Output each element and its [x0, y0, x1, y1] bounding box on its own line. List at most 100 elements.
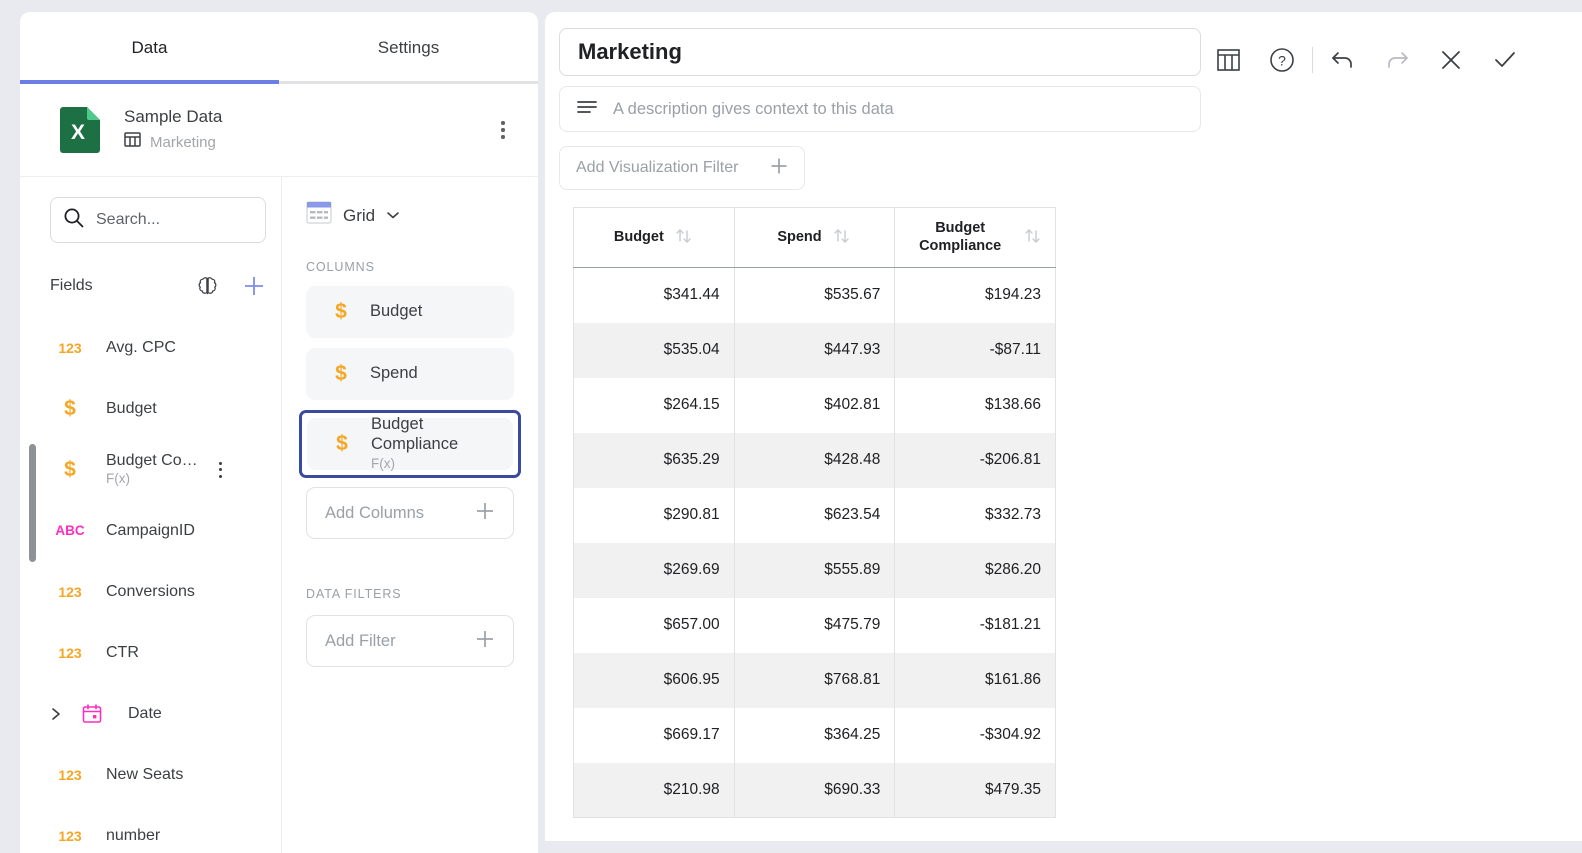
cell-spend: $364.25 [733, 707, 896, 763]
data-source-menu-icon[interactable] [490, 115, 516, 145]
field-item-budget[interactable]: $ Budget [20, 378, 281, 439]
cell-budget-compliance: -$87.11 [894, 322, 1056, 378]
tab-data[interactable]: Data [20, 12, 279, 84]
redo-icon[interactable] [1370, 38, 1424, 82]
visualization-type-select[interactable]: Grid [306, 201, 538, 230]
cell-spend: $555.89 [733, 542, 896, 598]
column-chip-budget-compliance-selection: $ Budget Compliance F(x) [299, 410, 521, 478]
cell-budget-compliance: -$181.21 [894, 597, 1056, 653]
kebab-dot [219, 474, 223, 478]
field-item-date[interactable]: Date [20, 683, 281, 744]
table-row: $535.04 $447.93 -$87.11 [573, 322, 1056, 378]
cell-budget: $635.29 [573, 432, 735, 488]
fields-header-actions [196, 273, 267, 299]
cell-budget-compliance: $194.23 [894, 267, 1056, 323]
field-item-conversions[interactable]: 123 Conversions [20, 561, 281, 622]
undo-icon[interactable] [1316, 38, 1370, 82]
table-row: $264.15 $402.81 $138.66 [573, 377, 1056, 433]
cell-budget: $290.81 [573, 487, 735, 543]
text-lines-icon [576, 98, 598, 121]
field-label: Budget Co… [106, 452, 198, 470]
cell-budget-compliance: -$304.92 [894, 707, 1056, 763]
sort-icon[interactable] [674, 227, 694, 249]
field-menu-icon[interactable] [208, 455, 234, 485]
field-item-ctr[interactable]: 123 CTR [20, 622, 281, 683]
add-columns-button[interactable]: Add Columns [306, 487, 514, 539]
add-field-icon[interactable] [241, 273, 267, 299]
add-filter-button[interactable]: Add Filter [306, 615, 514, 667]
field-item-number[interactable]: 123 number [20, 805, 281, 853]
data-source-sheet-name: Marketing [150, 133, 216, 151]
chevron-right-icon[interactable] [50, 706, 68, 722]
number-type-icon: 123 [58, 766, 82, 783]
excel-file-icon: X [58, 107, 102, 153]
cell-spend: $475.79 [733, 597, 896, 653]
currency-type-icon: $ [64, 457, 76, 481]
close-icon[interactable] [1424, 38, 1478, 82]
cell-budget-compliance: -$206.81 [894, 432, 1056, 488]
field-item-campaignid[interactable]: ABC CampaignID [20, 500, 281, 561]
field-label-wrap: Conversions [106, 582, 195, 602]
column-header-spend[interactable]: Spend [733, 207, 896, 268]
field-item-avg-cpc[interactable]: 123 Avg. CPC [20, 317, 281, 378]
field-label-wrap: CampaignID [106, 521, 195, 541]
cell-spend: $690.33 [733, 762, 896, 818]
cell-spend: $535.67 [733, 267, 896, 323]
column-header-inner: Budget Compliance [907, 220, 1043, 255]
visualization-description-placeholder: A description gives context to this data [613, 99, 894, 118]
number-type-icon: 123 [58, 339, 82, 356]
column-chip-formula-badge: F(x) [371, 456, 395, 472]
field-item-budget-compliance[interactable]: $ Budget Co… F(x) [20, 439, 281, 500]
plus-icon [473, 627, 497, 656]
field-label-wrap: Date [128, 704, 162, 724]
column-chip-spend[interactable]: $ Spend [306, 348, 514, 400]
currency-type-icon: $ [335, 362, 347, 385]
visualization-description-input[interactable]: A description gives context to this data [559, 86, 1201, 132]
search-icon [63, 207, 84, 233]
column-header-label: Spend [777, 228, 822, 245]
search-input[interactable]: Search... [50, 197, 266, 243]
brain-icon[interactable] [196, 275, 219, 298]
table-view-icon[interactable] [1201, 38, 1255, 82]
field-label: Conversions [106, 582, 195, 600]
cell-budget: $669.17 [573, 707, 735, 763]
add-visualization-filter-button[interactable]: Add Visualization Filter [559, 146, 805, 190]
visualization-title-input[interactable]: Marketing [559, 28, 1201, 76]
cell-budget: $210.98 [573, 762, 735, 818]
cell-spend: $402.81 [733, 377, 896, 433]
table-row: $210.98 $690.33 $479.35 [573, 762, 1056, 818]
number-type-icon: 123 [58, 644, 82, 661]
confirm-icon[interactable] [1478, 38, 1532, 82]
help-icon[interactable]: ? [1255, 38, 1309, 82]
svg-text:?: ? [1278, 53, 1286, 69]
cell-budget: $264.15 [573, 377, 735, 433]
table-header-row: Budget Spend Budget Compliance [573, 207, 1056, 268]
column-header-label: Budget [613, 228, 664, 245]
column-chip-budget[interactable]: $ Budget [306, 286, 514, 338]
field-label: New Seats [106, 765, 184, 783]
data-source-subtitle: Marketing [124, 131, 222, 153]
column-header-budget[interactable]: Budget [573, 207, 735, 268]
table-row: $657.00 $475.79 -$181.21 [573, 597, 1056, 653]
field-item-new-seats[interactable]: 123 New Seats [20, 744, 281, 805]
field-label: number [106, 826, 161, 844]
cell-spend: $623.54 [733, 487, 896, 543]
column-header-budget-compliance[interactable]: Budget Compliance [894, 207, 1056, 268]
visualization-toolbar: ? [1201, 28, 1532, 82]
sort-icon[interactable] [832, 227, 852, 249]
data-source-row[interactable]: X Sample Data Marketing [20, 84, 538, 176]
left-panel: Data Settings X Sample Data Marketing Se… [20, 12, 538, 853]
columns-section-label: COLUMNS [306, 260, 375, 274]
tab-settings[interactable]: Settings [279, 12, 538, 84]
kebab-dot [501, 121, 505, 125]
app-root: Data Settings X Sample Data Marketing Se… [0, 0, 1582, 853]
sort-icon[interactable] [1023, 227, 1043, 249]
field-label: CampaignID [106, 521, 195, 539]
left-panel-scrollbar[interactable] [29, 444, 36, 562]
kebab-dot [501, 135, 505, 139]
add-filter-label: Add Filter [325, 631, 396, 650]
field-label-wrap: number [106, 826, 160, 846]
add-visualization-filter-label: Add Visualization Filter [576, 159, 739, 176]
column-chip-budget-compliance[interactable]: $ Budget Compliance F(x) [307, 415, 513, 472]
field-label: CTR [106, 643, 139, 661]
